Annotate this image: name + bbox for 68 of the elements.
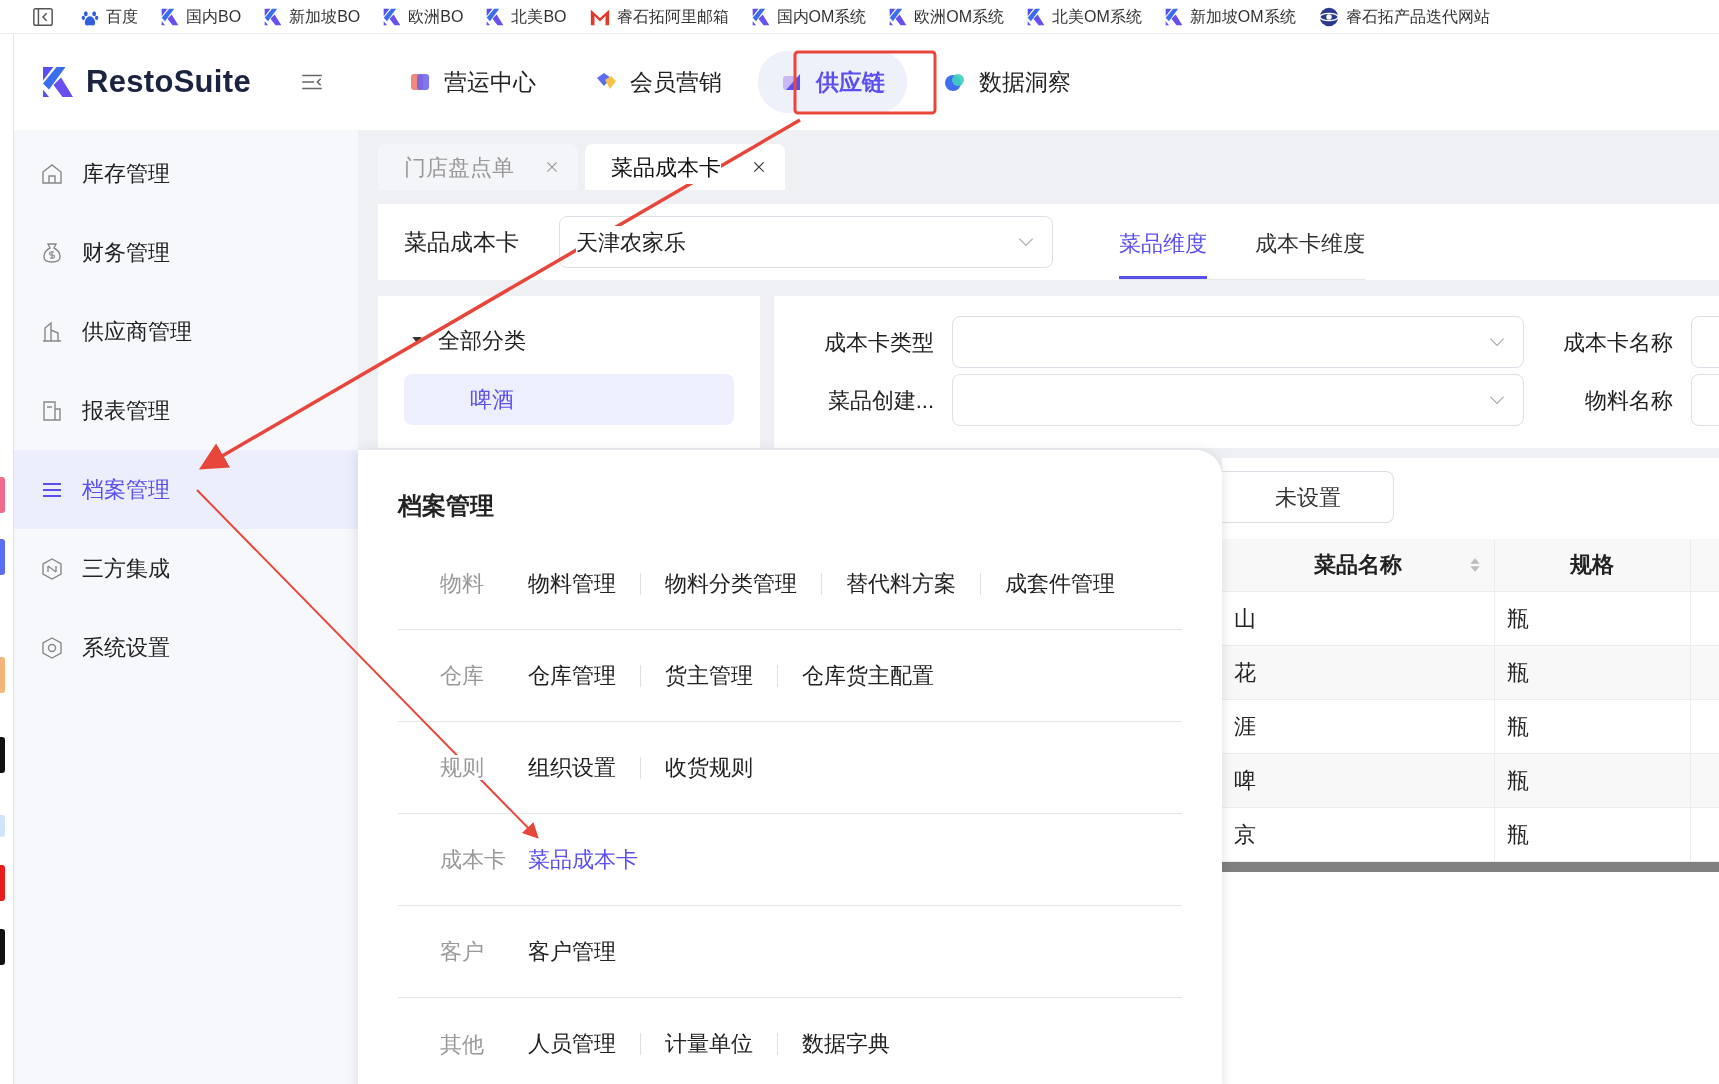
field-label: 物料名称 (1584, 386, 1673, 415)
table-cell: 瓶 (1506, 713, 1529, 739)
menu-link[interactable]: 客户管理 (528, 940, 640, 963)
module-tab[interactable]: 数据洞察 (921, 50, 1093, 114)
status-button[interactable]: 未设置 (1222, 471, 1394, 523)
bookmark-link[interactable]: 欧洲BO (382, 4, 464, 29)
bookmark-link[interactable]: 睿石拓阿里邮箱 (588, 4, 729, 29)
menu-category: 物料 (440, 571, 484, 596)
menu-category: 成本卡 (440, 847, 506, 872)
sidebar-item[interactable]: 系统设置 (14, 608, 358, 687)
sidebar-item[interactable]: 档案管理 (14, 450, 358, 529)
page-tab[interactable]: 菜品成本卡 (585, 144, 785, 190)
column-header: 规格 (1494, 539, 1690, 591)
field-label: 菜品创建... (826, 386, 934, 415)
sidebar-item[interactable]: 供应商管理 (14, 292, 358, 371)
tree-node[interactable]: 啤酒 (404, 374, 734, 425)
menu-category: 客户 (440, 939, 484, 964)
store-select[interactable]: 天津农家乐 (559, 216, 1053, 268)
module-tab[interactable]: 供应链 (758, 50, 907, 114)
table-cell: 瓶 (1506, 767, 1529, 793)
sidebar-item[interactable]: 三方集成 (14, 529, 358, 608)
menu-link[interactable]: 货主管理 (640, 664, 777, 687)
bookmark-link[interactable]: 北美OM系统 (1026, 4, 1142, 29)
module-tab[interactable]: 会员营销 (572, 50, 744, 114)
menu-category: 其他 (440, 1031, 484, 1057)
page-title: 菜品成本卡 (404, 227, 519, 257)
bookmark-link[interactable]: 新加坡OM系统 (1163, 4, 1296, 29)
tree-node[interactable]: 全部分类 (404, 316, 734, 364)
bookmark-link[interactable]: 睿石拓产品迭代网站 (1317, 4, 1490, 29)
sidebar-item[interactable]: 财务管理 (14, 213, 358, 292)
table-cell: 瓶 (1506, 659, 1529, 685)
bookmark-link[interactable]: 欧洲OM系统 (888, 4, 1005, 29)
table-cell: 山 (1234, 605, 1256, 631)
view-tab[interactable]: 菜品维度 (1119, 210, 1207, 279)
field-label: 成本卡名称 (1562, 328, 1673, 357)
bookmark-link[interactable]: 国内OM系统 (750, 4, 867, 29)
menu-title: 档案管理 (398, 491, 495, 521)
table-cell: 瓶 (1506, 821, 1529, 847)
menu-link[interactable]: 物料管理 (528, 572, 640, 595)
menu-link[interactable]: 数据字典 (777, 1033, 914, 1055)
menu-link[interactable]: 人员管理 (528, 1033, 640, 1055)
brand-name: RestoSuite (86, 62, 251, 101)
sidebar-item[interactable]: 报表管理 (14, 371, 358, 450)
menu-link[interactable]: 计量单位 (640, 1033, 777, 1055)
sidebar-item[interactable]: 库存管理 (14, 134, 358, 213)
table-cell: 花 (1234, 659, 1256, 685)
menu-category: 仓库 (440, 663, 484, 688)
menu-link[interactable]: 组织设置 (528, 756, 640, 779)
menu-link[interactable]: 仓库管理 (528, 664, 640, 687)
bookmark-link[interactable]: 国内BO (160, 4, 242, 29)
menu-link[interactable]: 物料分类管理 (640, 572, 821, 595)
field-label: 成本卡类型 (823, 328, 934, 357)
menu-category: 规则 (440, 755, 484, 780)
menu-link[interactable]: 替代料方案 (821, 572, 980, 595)
table-cell: 啤 (1234, 767, 1256, 793)
bookmark-link[interactable]: 百度 (80, 4, 138, 29)
menu-link[interactable]: 仓库货主配置 (777, 664, 958, 687)
column-header: 菜品名称 (1222, 539, 1494, 591)
bookmark-link[interactable]: 新加坡BO (263, 4, 361, 29)
menu-link[interactable]: 菜品成本卡 (528, 848, 662, 871)
table-cell: 涯 (1234, 713, 1256, 739)
view-tab[interactable]: 成本卡维度 (1255, 210, 1365, 279)
menu-link[interactable]: 收货规则 (640, 756, 777, 779)
table-cell: 京 (1234, 821, 1256, 847)
module-tab[interactable]: 营运中心 (386, 50, 558, 114)
table-cell: 瓶 (1506, 605, 1529, 631)
bookmark-link[interactable]: 北美BO (485, 4, 567, 29)
menu-link[interactable]: 成套件管理 (980, 572, 1139, 595)
